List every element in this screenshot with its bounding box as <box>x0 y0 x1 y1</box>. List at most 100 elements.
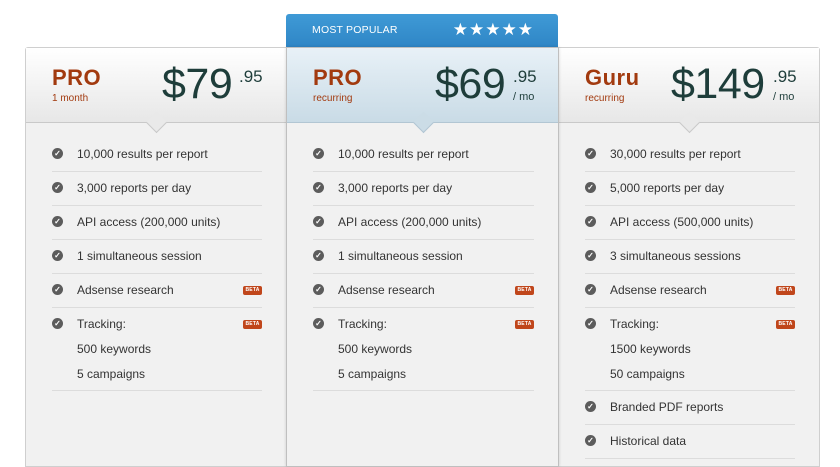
beta-badge: BETA <box>243 320 262 329</box>
feature-item: ✓ Adsense research BETA <box>313 274 534 308</box>
check-circle-icon: ✓ <box>585 284 596 295</box>
feature-label: Branded PDF reports <box>610 400 724 414</box>
check-circle-icon: ✓ <box>585 318 596 329</box>
feature-detail: 1500 keywords <box>610 342 691 356</box>
feature-label: Tracking: <box>338 317 387 331</box>
check-circle-icon: ✓ <box>585 435 596 446</box>
check-circle-icon: ✓ <box>52 216 63 227</box>
check-circle-icon: ✓ <box>313 148 324 159</box>
plan-column-guru-recurring[interactable]: Guru recurring $149 .95 / mo ✓ 30,000 res… <box>558 47 820 467</box>
feature-item: ✓ API access (200,000 units) <box>313 206 534 240</box>
feature-detail: 5 campaigns <box>77 367 146 381</box>
plan-name: PRO <box>313 65 363 90</box>
plan-price: $79 <box>162 60 233 108</box>
feature-label: 1 simultaneous session <box>338 249 463 263</box>
check-circle-icon: ✓ <box>313 216 324 227</box>
feature-label: 5,000 reports per day <box>610 181 725 195</box>
plan-billing: recurring <box>585 93 625 104</box>
feature-item: ✓ Adsense research BETA <box>52 274 262 308</box>
check-circle-icon: ✓ <box>585 148 596 159</box>
feature-item: ✓ 30,000 results per report <box>585 138 795 172</box>
feature-label: 3,000 reports per day <box>338 181 453 195</box>
header-pointer <box>678 111 701 134</box>
beta-badge: BETA <box>776 286 795 295</box>
feature-label: API access (500,000 units) <box>610 215 754 229</box>
feature-item: ✓ Historical data <box>585 425 795 459</box>
plan-price: $149 <box>671 60 765 108</box>
plan-price: $69 <box>435 60 506 108</box>
feature-label: API access (200,000 units) <box>77 215 221 229</box>
feature-detail: 5 campaigns <box>338 367 407 381</box>
plan-name: Guru <box>585 65 640 90</box>
beta-badge: BETA <box>515 320 534 329</box>
plan-column-pro-recurring[interactable]: PRO recurring $69 .95 / mo ✓ 10,000 resul… <box>286 47 559 467</box>
plan-name: PRO <box>52 65 102 90</box>
check-circle-icon: ✓ <box>585 182 596 193</box>
feature-detail: 500 keywords <box>77 342 152 356</box>
plan-header: PRO 1 month $79 .95 <box>26 48 286 134</box>
beta-badge: BETA <box>515 286 534 295</box>
feature-label: 30,000 results per report <box>610 147 741 161</box>
header-pointer <box>412 111 434 134</box>
feature-detail: 500 keywords <box>338 342 413 356</box>
feature-item: ✓ Tracking: 500 keywords 5 campaigns BETA <box>313 308 534 391</box>
feature-item: ✓ 3,000 reports per day <box>313 172 534 206</box>
feature-item: ✓ Adsense research BETA <box>585 274 795 308</box>
most-popular-label: MOST POPULAR <box>312 24 398 36</box>
check-circle-icon: ✓ <box>313 250 324 261</box>
feature-label: Historical data <box>610 434 687 448</box>
feature-label: Tracking: <box>77 317 126 331</box>
check-circle-icon: ✓ <box>52 284 63 295</box>
plan-price-cents: .95 <box>773 67 797 86</box>
feature-label: 3 simultaneous sessions <box>610 249 741 263</box>
rating-stars-icon: ★★★★★ <box>452 20 534 39</box>
check-circle-icon: ✓ <box>585 216 596 227</box>
feature-list: ✓ 30,000 results per report ✓ 5,000 reports… <box>559 138 819 459</box>
check-circle-icon: ✓ <box>52 148 63 159</box>
check-circle-icon: ✓ <box>585 401 596 412</box>
feature-label: 3,000 reports per day <box>77 181 192 195</box>
feature-item: ✓ Branded PDF reports <box>585 391 795 425</box>
most-popular-banner: MOST POPULAR ★★★★★ <box>286 14 558 47</box>
feature-item: ✓ Tracking: 500 keywords 5 campaigns BETA <box>52 308 262 391</box>
check-circle-icon: ✓ <box>52 250 63 261</box>
check-circle-icon: ✓ <box>313 284 324 295</box>
beta-badge: BETA <box>776 320 795 329</box>
plan-billing: 1 month <box>52 93 89 104</box>
feature-item: ✓ 3 simultaneous sessions <box>585 240 795 274</box>
feature-item: ✓ 1 simultaneous session <box>313 240 534 274</box>
feature-label: API access (200,000 units) <box>338 215 482 229</box>
feature-label: Adsense research <box>338 283 435 297</box>
plan-header: Guru recurring $149 .95 / mo <box>559 48 819 134</box>
feature-item: ✓ 1 simultaneous session <box>52 240 262 274</box>
feature-item: ✓ Tracking: 1500 keywords 50 campaigns BETA <box>585 308 795 391</box>
check-circle-icon: ✓ <box>313 182 324 193</box>
check-circle-icon: ✓ <box>585 250 596 261</box>
feature-item: ✓ 10,000 results per report <box>52 138 262 172</box>
check-circle-icon: ✓ <box>313 318 324 329</box>
plan-price-cents: .95 <box>239 67 263 86</box>
feature-list: ✓ 10,000 results per report ✓ 3,000 reports… <box>26 138 286 391</box>
feature-label: Adsense research <box>610 283 707 297</box>
plan-price-period: / mo <box>773 91 795 103</box>
plan-price-period: / mo <box>513 91 535 103</box>
feature-label: 10,000 results per report <box>338 147 469 161</box>
feature-item: ✓ API access (200,000 units) <box>52 206 262 240</box>
feature-label: Tracking: <box>610 317 659 331</box>
beta-badge: BETA <box>243 286 262 295</box>
feature-label: Adsense research <box>77 283 174 297</box>
feature-label: 1 simultaneous session <box>77 249 202 263</box>
feature-detail: 50 campaigns <box>610 367 685 381</box>
feature-item: ✓ 10,000 results per report <box>313 138 534 172</box>
check-circle-icon: ✓ <box>52 318 63 329</box>
plan-column-pro-monthly[interactable]: PRO 1 month $79 .95 ✓ 10,000 results per … <box>25 47 287 467</box>
feature-item: ✓ 5,000 reports per day <box>585 172 795 206</box>
feature-label: 10,000 results per report <box>77 147 208 161</box>
header-pointer <box>145 111 168 134</box>
feature-item: ✓ API access (500,000 units) <box>585 206 795 240</box>
plan-header: PRO recurring $69 .95 / mo <box>287 48 558 134</box>
feature-item: ✓ 3,000 reports per day <box>52 172 262 206</box>
plan-billing: recurring <box>313 93 353 104</box>
check-circle-icon: ✓ <box>52 182 63 193</box>
plan-price-cents: .95 <box>513 67 537 86</box>
